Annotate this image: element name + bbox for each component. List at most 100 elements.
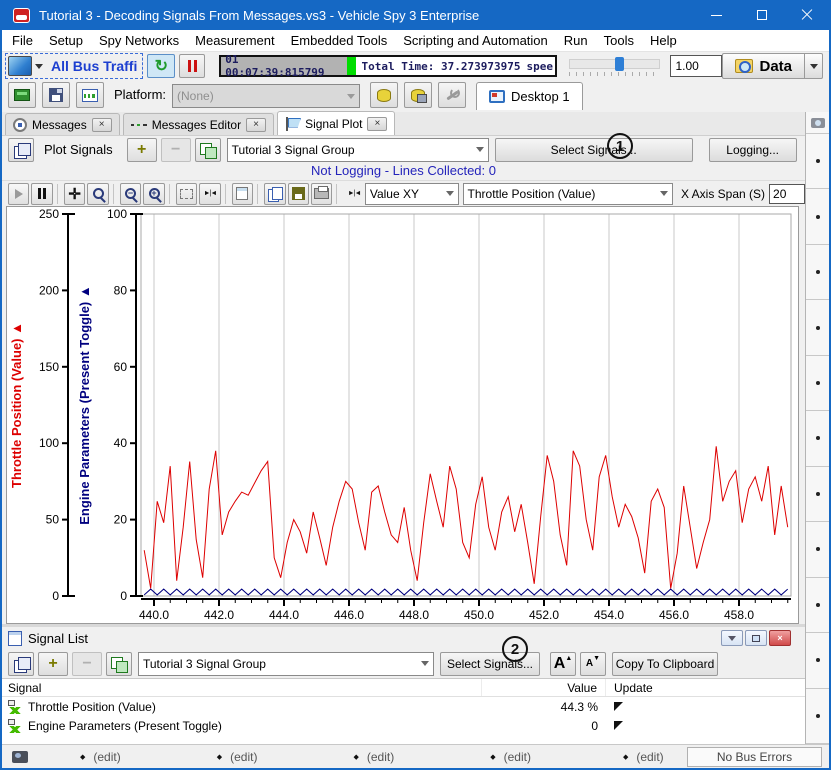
tab-messages-editor[interactable]: Messages Editor × [123,113,274,135]
table-row[interactable]: Engine Parameters (Present Toggle) 0 [2,716,805,735]
zoom-out-button[interactable]: − [120,183,141,205]
select-signals-button[interactable]: Select Signals... [495,138,693,162]
menu-bar: File Setup Spy Networks Measurement Embe… [2,30,829,52]
close-button[interactable] [784,0,829,30]
select-region-button[interactable] [176,183,197,205]
dock-slot[interactable] [806,300,829,355]
menu-scripting-automation[interactable]: Scripting and Automation [395,33,556,48]
tab-messages-close-button[interactable]: × [92,118,112,132]
data-button[interactable]: Data [722,53,805,79]
dock-slot[interactable] [806,633,829,688]
column-value[interactable]: Value [482,679,606,696]
menu-help[interactable]: Help [642,33,685,48]
tab-signal-plot[interactable]: Signal Plot × [277,111,395,135]
copy-to-clipboard-button[interactable]: Copy To Clipboard [612,652,718,676]
tab-messages[interactable]: Messages × [5,113,120,135]
tools-options-button[interactable] [438,82,466,108]
collapse-axis-button[interactable]: ►|◄ [343,183,364,205]
panel-dropdown-button[interactable] [721,630,743,646]
dock-slot[interactable] [806,578,829,633]
edit-slot[interactable]: ◆(edit) [490,750,531,764]
zoom-in-button[interactable]: + [143,183,164,205]
signal-plot-area[interactable]: 440.0442.0444.0446.0448.0450.0452.0454.0… [6,206,799,624]
database-save-button[interactable] [404,82,432,108]
chevron-down-icon [810,64,818,69]
edit-slot[interactable]: ◆(edit) [353,750,394,764]
dock-slot[interactable] [806,689,829,744]
edit-slot[interactable]: ◆(edit) [217,750,258,764]
edit-slot[interactable]: ◆(edit) [623,750,664,764]
tab-messages-editor-close-button[interactable]: × [246,118,266,132]
print-plot-button[interactable] [311,183,332,205]
plot-pause-button[interactable] [31,183,52,205]
dock-slot[interactable] [806,134,829,189]
menu-run[interactable]: Run [556,33,596,48]
run-mode-button[interactable] [8,56,32,76]
save-plot-button[interactable] [288,183,309,205]
platform-select[interactable]: (None) [172,84,360,108]
column-signal[interactable]: Signal [2,679,482,696]
minimize-button[interactable] [694,0,739,30]
menu-setup[interactable]: Setup [41,33,91,48]
speed-value-input[interactable] [670,55,722,77]
chart-toolbar: ✛ − + ►|◄ ►|◄ Value XY [2,180,805,206]
plot-signals-pages-button[interactable] [8,138,34,162]
add-plot-button[interactable]: + [127,138,157,162]
copy-group-button[interactable] [195,138,221,162]
plot-play-button[interactable] [8,183,29,205]
dock-slot[interactable] [806,245,829,300]
tab-signal-plot-close-button[interactable]: × [367,117,387,131]
dock-slot[interactable] [806,411,829,466]
logging-button[interactable]: Logging... [709,138,797,162]
signal-list-group-select[interactable]: Tutorial 3 Signal Group [138,652,434,676]
remove-plot-button[interactable]: − [161,138,191,162]
refresh-button[interactable]: ↻ [147,54,175,78]
separator [57,184,58,204]
signal-list-pages-button[interactable] [8,652,34,676]
pause-capture-button[interactable] [179,54,205,78]
active-signal-select[interactable]: Throttle Position (Value) [463,183,673,205]
signal-group-select[interactable]: Tutorial 3 Signal Group [227,138,489,162]
remove-signal-button[interactable]: − [72,652,102,676]
database-button[interactable] [370,82,398,108]
dock-slot[interactable] [806,189,829,244]
dock-slot[interactable] [806,467,829,522]
pan-tool-button[interactable]: ✛ [64,183,85,205]
desktop-tab[interactable]: Desktop 1 [476,82,583,110]
copy-plot-button[interactable] [264,183,285,205]
fit-width-button[interactable]: ►|◄ [199,183,220,205]
menu-tools[interactable]: Tools [596,33,642,48]
panel-close-button[interactable]: × [769,630,791,646]
font-decrease-button[interactable]: A▼ [580,652,606,676]
up-triangle-icon: ▲ [565,655,572,662]
hardware-button[interactable] [8,82,36,108]
add-signal-button[interactable]: + [38,652,68,676]
dock-slot[interactable] [806,522,829,577]
slider-thumb[interactable] [615,57,624,71]
table-row[interactable]: Throttle Position (Value) 44.3 % [2,697,805,716]
zoom-tool-button[interactable] [87,183,108,205]
svg-text:446.0: 446.0 [334,608,364,621]
playback-speed-slider[interactable] [569,56,660,76]
font-increase-button[interactable]: A▲ [550,652,576,676]
plot-type-select[interactable]: Value XY [365,183,459,205]
dock-slot[interactable] [806,356,829,411]
menu-embedded-tools[interactable]: Embedded Tools [283,33,396,48]
save-setup-button[interactable] [42,82,70,108]
bus-mode-label: All Bus Traffi [51,58,137,74]
copy-group-button[interactable] [106,652,132,676]
menu-spy-networks[interactable]: Spy Networks [91,33,187,48]
edit-slot[interactable]: ◆(edit) [80,750,121,764]
maximize-button[interactable] [739,0,784,30]
data-dropdown-button[interactable] [805,53,823,79]
run-mode-dropdown[interactable] [32,56,45,76]
signal-plot-canvas[interactable]: 440.0442.0444.0446.0448.0450.0452.0454.0… [7,207,798,621]
x-axis-span-input[interactable] [769,184,805,204]
menu-file[interactable]: File [2,33,41,48]
platform-button[interactable] [76,82,104,108]
dock-capture-button[interactable] [806,112,829,134]
plot-properties-button[interactable] [232,183,253,205]
menu-measurement[interactable]: Measurement [187,33,282,48]
column-update[interactable]: Update [606,679,805,696]
panel-restore-button[interactable] [745,630,767,646]
